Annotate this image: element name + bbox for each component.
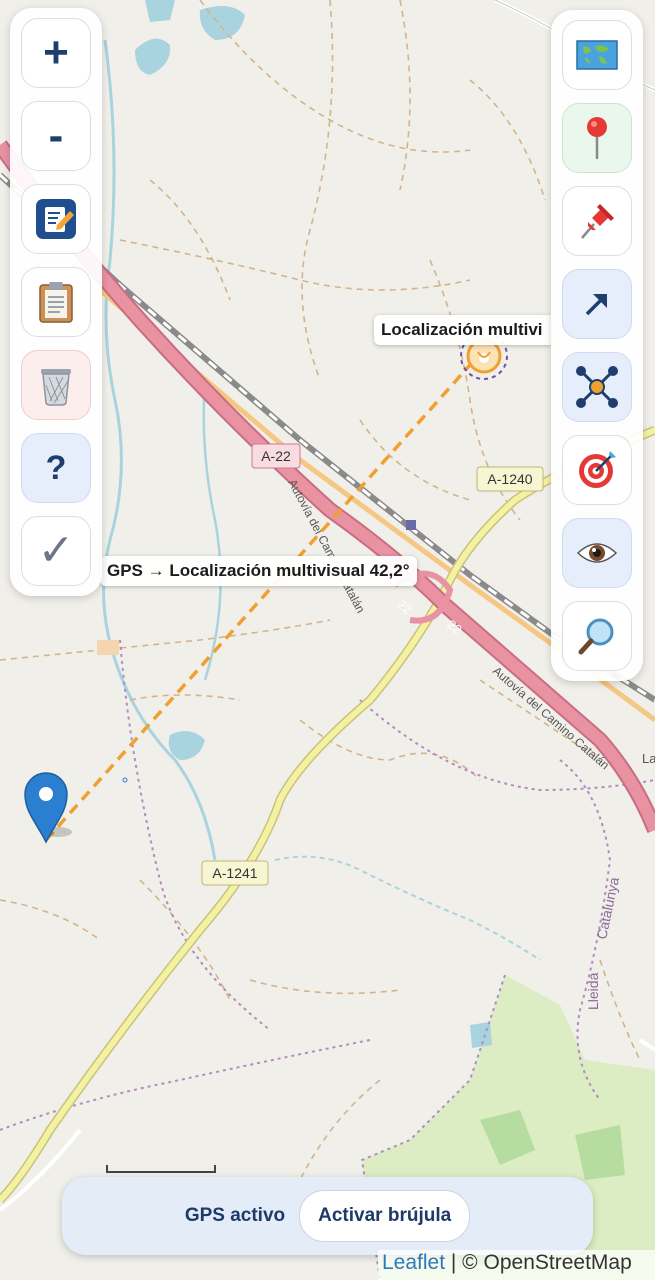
pin-button[interactable] — [562, 186, 632, 256]
region-label-lleida: Lleida — [585, 972, 601, 1010]
leaflet-link[interactable]: Leaflet — [382, 1251, 445, 1274]
bullseye-icon — [579, 451, 616, 488]
magnifier-icon — [578, 618, 614, 655]
road-shield-a1241: A-1241 — [201, 860, 269, 886]
clipboard-button[interactable] — [21, 267, 91, 337]
target-button[interactable] — [562, 435, 632, 505]
station-marker — [406, 520, 416, 530]
edit-button[interactable] — [21, 184, 91, 254]
left-toolbar: + - ? ✓ — [10, 8, 102, 596]
delete-button[interactable] — [21, 350, 91, 420]
visibility-button[interactable] — [562, 518, 632, 588]
triangulation-button[interactable] — [562, 352, 632, 422]
right-toolbar — [551, 10, 643, 681]
network-icon — [576, 366, 618, 408]
round-pushpin-icon — [587, 117, 607, 159]
search-button[interactable] — [562, 601, 632, 671]
edit-icon — [36, 199, 76, 239]
bearing-label: GPS → Localización multivisual 42,2° — [100, 556, 417, 586]
help-button[interactable]: ? — [21, 433, 91, 503]
road-shield-a22: A-22 — [251, 443, 301, 469]
confirm-button[interactable]: ✓ — [21, 516, 91, 586]
add-marker-button[interactable] — [562, 103, 632, 173]
check-icon: ✓ — [37, 526, 75, 575]
road-shield-a1240: A-1240 — [476, 466, 544, 492]
building — [97, 640, 119, 655]
direction-button[interactable] — [562, 269, 632, 339]
svg-text:A-1241: A-1241 — [212, 865, 257, 881]
trash-icon — [41, 369, 71, 406]
water-body — [470, 1022, 492, 1048]
svg-text:A-22: A-22 — [261, 448, 291, 464]
arrow-icon — [585, 294, 607, 316]
region-label-la: La — [642, 751, 655, 766]
attribution-separator: | © — [445, 1251, 484, 1274]
plus-icon: + — [43, 28, 69, 77]
zoom-in-button[interactable]: + — [21, 18, 91, 88]
world-map-icon — [576, 40, 618, 70]
target-label: Localización multivi — [374, 315, 551, 345]
pushpin-icon — [581, 204, 614, 239]
gps-status-text: GPS activo — [184, 1205, 286, 1226]
svg-text:A-1240: A-1240 — [487, 471, 532, 487]
osm-link[interactable]: OpenStreetMap — [484, 1251, 632, 1274]
zoom-out-button[interactable]: - — [21, 101, 91, 171]
eye-icon — [576, 543, 618, 563]
map-layers-button[interactable] — [562, 20, 632, 90]
activate-compass-button[interactable]: Activar brújula — [299, 1190, 471, 1242]
map-attribution: Leaflet | © OpenStreetMap — [378, 1250, 655, 1280]
question-icon: ? — [45, 449, 67, 487]
minus-icon: - — [48, 111, 64, 160]
clipboard-icon — [39, 282, 73, 323]
gps-status-bar: GPS activo Activar brújula — [62, 1177, 593, 1255]
